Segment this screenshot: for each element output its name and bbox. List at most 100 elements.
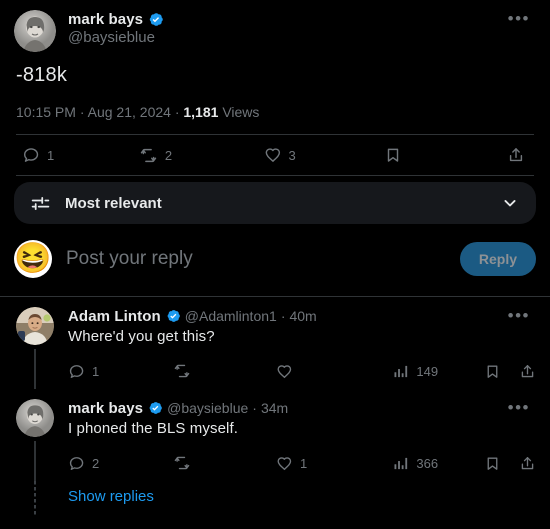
verified-badge-icon [165, 308, 181, 324]
post-reply-button[interactable]: 1 [22, 146, 139, 164]
reply-composer: 😆 Post your reply Reply [0, 224, 550, 296]
reply-time: 34m [260, 400, 289, 416]
views-label: Views [222, 104, 260, 120]
reply-handle: @Adamlinton1 [184, 308, 277, 324]
reply-text: I phoned the BLS myself. [68, 420, 238, 437]
bookmark-icon [384, 146, 402, 164]
post-like-button[interactable]: 3 [264, 146, 385, 164]
reply-avatar-column [14, 399, 56, 481]
reply-content: Adam Linton @Adamlinton1 · 40m ••• Where… [68, 307, 536, 389]
reply-separator: · [280, 308, 286, 324]
reply-reply-count: 2 [92, 455, 100, 471]
reply-header: mark bays @baysieblue · 34m ••• [68, 399, 536, 417]
sort-bar-wrap: Most relevant [0, 176, 550, 224]
bookmark-icon [484, 363, 501, 380]
reply-views-count: 366 [416, 455, 439, 471]
reply-like-count: 1 [300, 455, 308, 471]
reply-content: mark bays @baysieblue · 34m ••• I phoned… [68, 399, 536, 481]
author-handle: @baysieblue [68, 29, 155, 46]
post-detail-page: mark bays @baysieblue ••• -818k 10:15 PM… [0, 0, 550, 529]
post-repost-button[interactable]: 2 [139, 146, 264, 165]
repost-icon [139, 146, 158, 165]
post-action-bar: 1 2 3 [0, 135, 550, 175]
post-text: -818k [16, 64, 68, 86]
reply-like-button[interactable] [276, 363, 392, 380]
reply-share-button[interactable] [519, 455, 536, 472]
show-replies-row: Show replies [0, 481, 550, 515]
sliders-filter-icon [30, 193, 51, 214]
reply-time: 40m [289, 308, 317, 324]
verified-badge-icon [147, 11, 164, 28]
reply-display-name: Adam Linton [68, 307, 161, 325]
more-horizontal-icon[interactable]: ••• [502, 399, 536, 417]
reply-views-button[interactable]: 149 [392, 363, 484, 380]
reply-item: Adam Linton @Adamlinton1 · 40m ••• Where… [0, 297, 550, 389]
post-repost-count: 2 [164, 147, 173, 163]
thread-dotted-column [14, 481, 56, 515]
reply-bookmark-button[interactable] [484, 363, 501, 380]
heart-icon [276, 455, 293, 472]
reply-share-button[interactable] [519, 363, 536, 380]
views-count: 1,181 [183, 104, 219, 120]
reply-bookmark-button[interactable] [484, 455, 501, 472]
reply-reply-count: 1 [92, 363, 100, 379]
reply-handle: @baysieblue [167, 400, 249, 416]
bookmark-icon [484, 455, 501, 472]
analytics-bars-icon [392, 455, 409, 472]
more-horizontal-icon[interactable]: ••• [502, 10, 536, 28]
post-bookmark-button[interactable] [384, 146, 507, 164]
reply-like-button[interactable]: 1 [276, 455, 392, 472]
thread-dotted-line [34, 481, 36, 515]
reply-separator: · [252, 400, 257, 416]
post-date: Aug 21, 2024 [87, 104, 171, 120]
thread-connector-line [34, 349, 36, 389]
reply-bubble-icon [68, 363, 85, 380]
post-reply-count: 1 [47, 147, 55, 163]
post-metadata: 10:15 PM · Aug 21, 2024 · 1,181 Views [0, 90, 550, 134]
repost-icon [173, 362, 191, 380]
reply-reply-button[interactable]: 2 [68, 455, 173, 472]
share-upload-icon [519, 455, 536, 472]
reply-input[interactable]: Post your reply [66, 248, 460, 270]
reply-repost-button[interactable] [173, 454, 276, 472]
share-upload-icon [507, 146, 525, 164]
repost-icon [173, 454, 191, 472]
share-upload-icon [519, 363, 536, 380]
avatar[interactable] [14, 10, 56, 52]
heart-icon [276, 363, 293, 380]
meta-separator-2: · [174, 104, 180, 120]
reply-reply-button[interactable]: 1 [68, 363, 173, 380]
reply-repost-button[interactable] [173, 362, 276, 380]
avatar[interactable] [16, 307, 54, 345]
analytics-bars-icon [392, 363, 409, 380]
reply-bubble-icon [22, 146, 40, 164]
reply-action-bar: 1 149 [68, 355, 536, 387]
post-time: 10:15 PM [16, 104, 76, 120]
post-like-count: 3 [288, 147, 296, 163]
reply-header: Adam Linton @Adamlinton1 · 40m ••• [68, 307, 536, 325]
reply-submit-button[interactable]: Reply [459, 242, 536, 276]
laughing-emoji-icon: 😆 [14, 242, 52, 275]
post-author-block: mark bays @baysieblue [68, 10, 502, 48]
reply-display-name: mark bays [68, 399, 144, 417]
meta-separator-1: · [79, 104, 85, 120]
reply-views-button[interactable]: 366 [392, 455, 484, 472]
sort-filter-button[interactable]: Most relevant [14, 182, 536, 224]
heart-icon [264, 146, 282, 164]
chevron-down-icon[interactable] [500, 193, 520, 213]
post-share-button[interactable] [507, 146, 532, 164]
reply-bubble-icon [68, 455, 85, 472]
author-display-name: mark bays [68, 11, 144, 28]
reply-avatar-column [14, 307, 56, 389]
current-user-avatar[interactable]: 😆 [14, 240, 52, 278]
avatar[interactable] [16, 399, 54, 437]
reply-text: Where'd you get this? [68, 328, 215, 345]
reply-action-bar: 2 1 366 [68, 447, 536, 479]
verified-badge-icon [147, 400, 163, 416]
post-header: mark bays @baysieblue ••• [0, 0, 550, 52]
reply-item: mark bays @baysieblue · 34m ••• I phoned… [0, 389, 550, 481]
more-horizontal-icon[interactable]: ••• [502, 307, 536, 325]
reply-views-count: 149 [416, 363, 439, 379]
sort-label: Most relevant [65, 194, 162, 212]
show-replies-link[interactable]: Show replies [68, 481, 154, 515]
